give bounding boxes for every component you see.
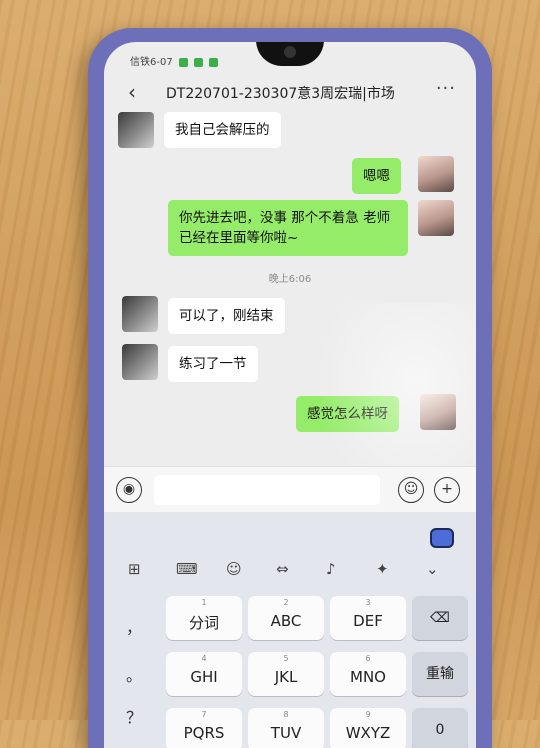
key-number: 6 [365,654,371,663]
contact-avatar[interactable] [122,344,158,380]
period-key[interactable]: 。 [114,654,154,698]
message-bubble-out[interactable]: 嗯嗯 [352,158,401,194]
key-5[interactable]: 5 JKL [248,652,324,696]
status-left: 信铁6-07 [130,53,219,68]
key-6[interactable]: 6 MNO [330,652,406,696]
key-number: 5 [283,654,289,663]
chat-title: DT220701-230307意3周宏瑞|市场 [166,86,395,102]
key-3[interactable]: 3 DEF [330,596,406,640]
message-bubble-out[interactable]: 你先进去吧，没事 那个不着急 老师已经在里面等你啦~ [168,200,408,256]
key-number: 4 [201,654,207,663]
message-bubble-in[interactable]: 我自己会解压的 [164,112,281,148]
status-bar: 信铁6-07 [104,42,476,76]
key-number: 1 [201,598,207,607]
carrier-text: 信铁6-07 [130,57,173,68]
key-number: 7 [201,710,207,719]
question-key[interactable]: ？ [114,696,154,740]
front-camera-icon [284,46,296,58]
key-9[interactable]: 9 WXYZ [330,708,406,748]
key-number: 2 [283,598,289,607]
comma-key[interactable]: ， [114,606,154,650]
keyboard: ⊞ ⌨ ☺ ⇔ ♪ ✦ ⌄ ， 。 ？ 1 分词 2 ABC 3 DEF ⌫ 4… [104,512,476,748]
phone-screen: 信铁6-07 ‹ DT220701-230307意3周宏瑞|市场 ··· 我自己… [104,42,476,748]
app-notification-icon [178,57,188,67]
keyboard-icon[interactable]: ⌨ [176,560,198,578]
back-icon[interactable]: ‹ [128,80,136,104]
key-2[interactable]: 2 ABC [248,596,324,640]
app-notification-icon [194,57,204,67]
key-label: WXYZ [345,724,391,742]
contact-avatar[interactable] [118,112,154,148]
key-label: TUV [270,724,302,742]
camera-notch [256,42,324,66]
key-label: 分词 [188,614,219,632]
voice-icon[interactable]: ◉ [116,477,142,503]
message-input[interactable] [154,475,380,505]
grid-icon[interactable]: ⊞ [128,560,141,578]
key-label: DEF [353,612,383,630]
cursor-icon[interactable]: ⇔ [276,560,289,578]
mic-icon[interactable]: ♪ [326,560,336,578]
phone-body: 信铁6-07 ‹ DT220701-230307意3周宏瑞|市场 ··· 我自己… [88,28,492,748]
key-number: 3 [365,598,371,607]
message-list: 我自己会解压的 嗯嗯 你先进去吧，没事 那个不着急 老师已经在里面等你啦~ 晚上… [104,112,476,442]
key-7[interactable]: 7 PQRS [166,708,242,748]
zero-key[interactable]: 0 [412,708,468,748]
emoji-icon[interactable]: ☺ [226,560,242,578]
delete-key[interactable]: ⌫ [412,596,468,640]
plus-icon[interactable]: + [434,477,460,503]
ime-mascot-icon[interactable] [430,528,454,548]
input-bar: ◉ ☺ + [104,466,476,513]
message-bubble-in[interactable]: 可以了，刚结束 [168,298,285,334]
key-label: MNO [350,668,386,686]
contact-avatar[interactable] [122,296,158,332]
chevron-down-icon[interactable]: ⌄ [426,560,439,578]
message-bubble-out[interactable]: 感觉怎么样呀 [296,396,399,432]
emoji-icon[interactable]: ☺ [398,477,424,503]
key-4[interactable]: 4 GHI [166,652,242,696]
self-avatar[interactable] [418,200,454,236]
key-label: ABC [270,612,302,630]
key-label: JKL [274,668,298,686]
skin-icon[interactable]: ✦ [376,560,389,578]
key-8[interactable]: 8 TUV [248,708,324,748]
more-icon[interactable]: ··· [436,78,456,99]
message-timestamp: 晚上6:06 [268,274,312,285]
key-number: 8 [283,710,289,719]
app-notification-icon [209,57,219,67]
self-avatar[interactable] [418,156,454,192]
chat-header: ‹ DT220701-230307意3周宏瑞|市场 ··· [104,76,476,112]
key-label: GHI [190,668,218,686]
self-avatar[interactable] [420,394,456,430]
key-label: PQRS [183,724,225,742]
message-bubble-in[interactable]: 练习了一节 [168,346,258,382]
key-1[interactable]: 1 分词 [166,596,242,640]
key-number: 9 [365,710,371,719]
keyboard-toolbar: ⊞ ⌨ ☺ ⇔ ♪ ✦ ⌄ [104,560,476,588]
reenter-key[interactable]: 重输 [412,652,468,696]
